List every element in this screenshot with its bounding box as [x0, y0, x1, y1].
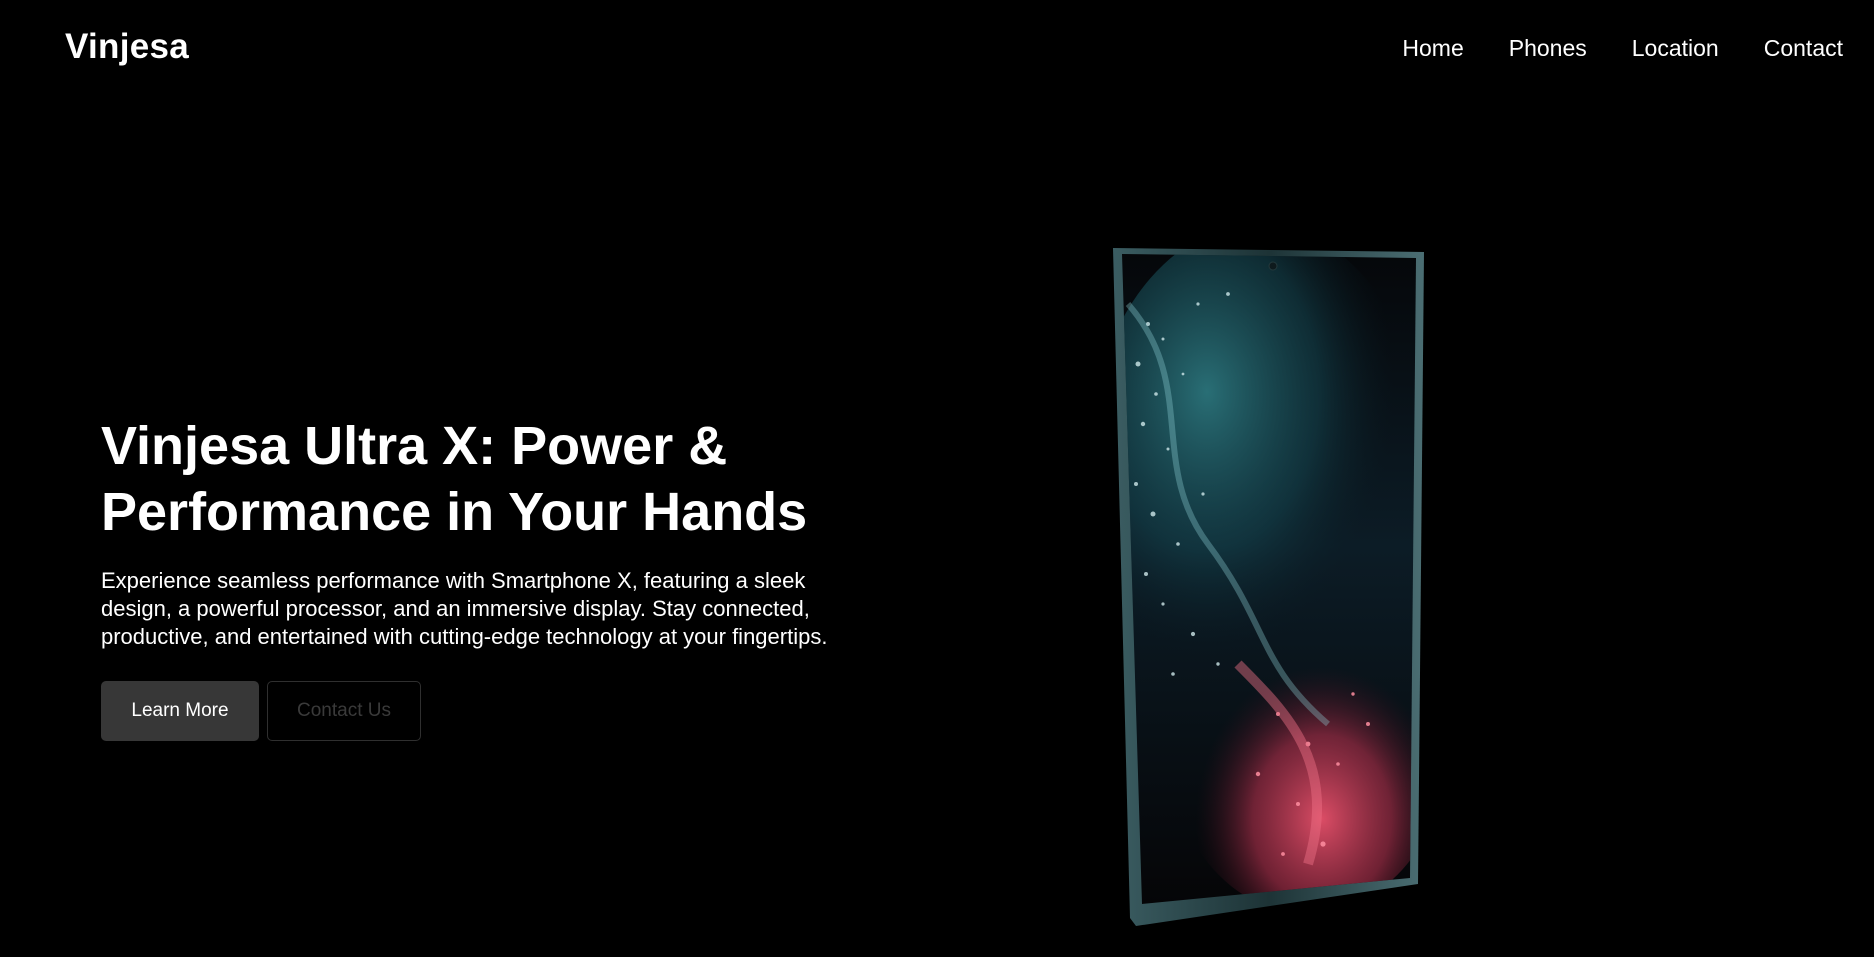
hero-section: Vinjesa Ultra X: Power & Performance in … — [101, 413, 861, 741]
learn-more-button[interactable]: Learn More — [101, 681, 259, 741]
hero-buttons: Learn More Contact Us — [101, 681, 861, 741]
brand-logo[interactable]: Vinjesa — [65, 27, 189, 67]
nav-links: Home Phones Location Contact — [1402, 35, 1843, 62]
page: Vinjesa Home Phones Location Contact Vin… — [0, 0, 1874, 957]
hero-description: Experience seamless performance with Sma… — [101, 568, 828, 649]
nav-link-location[interactable]: Location — [1632, 35, 1719, 62]
hero-title: Vinjesa Ultra X: Power & Performance in … — [101, 413, 861, 545]
camera-icon — [1268, 261, 1278, 271]
smartphone-illustration — [1113, 248, 1424, 926]
nav-link-contact[interactable]: Contact — [1764, 35, 1843, 62]
hero-title-line-2: Performance in Your Hands — [101, 482, 808, 542]
smartphone-image — [1108, 244, 1428, 926]
nav-link-phones[interactable]: Phones — [1509, 35, 1587, 62]
contact-us-button[interactable]: Contact Us — [267, 681, 421, 741]
hero-title-line-1: Vinjesa Ultra X: Power & — [101, 416, 728, 476]
nav-link-home[interactable]: Home — [1402, 35, 1463, 62]
navbar: Vinjesa Home Phones Location Contact — [0, 0, 1874, 96]
